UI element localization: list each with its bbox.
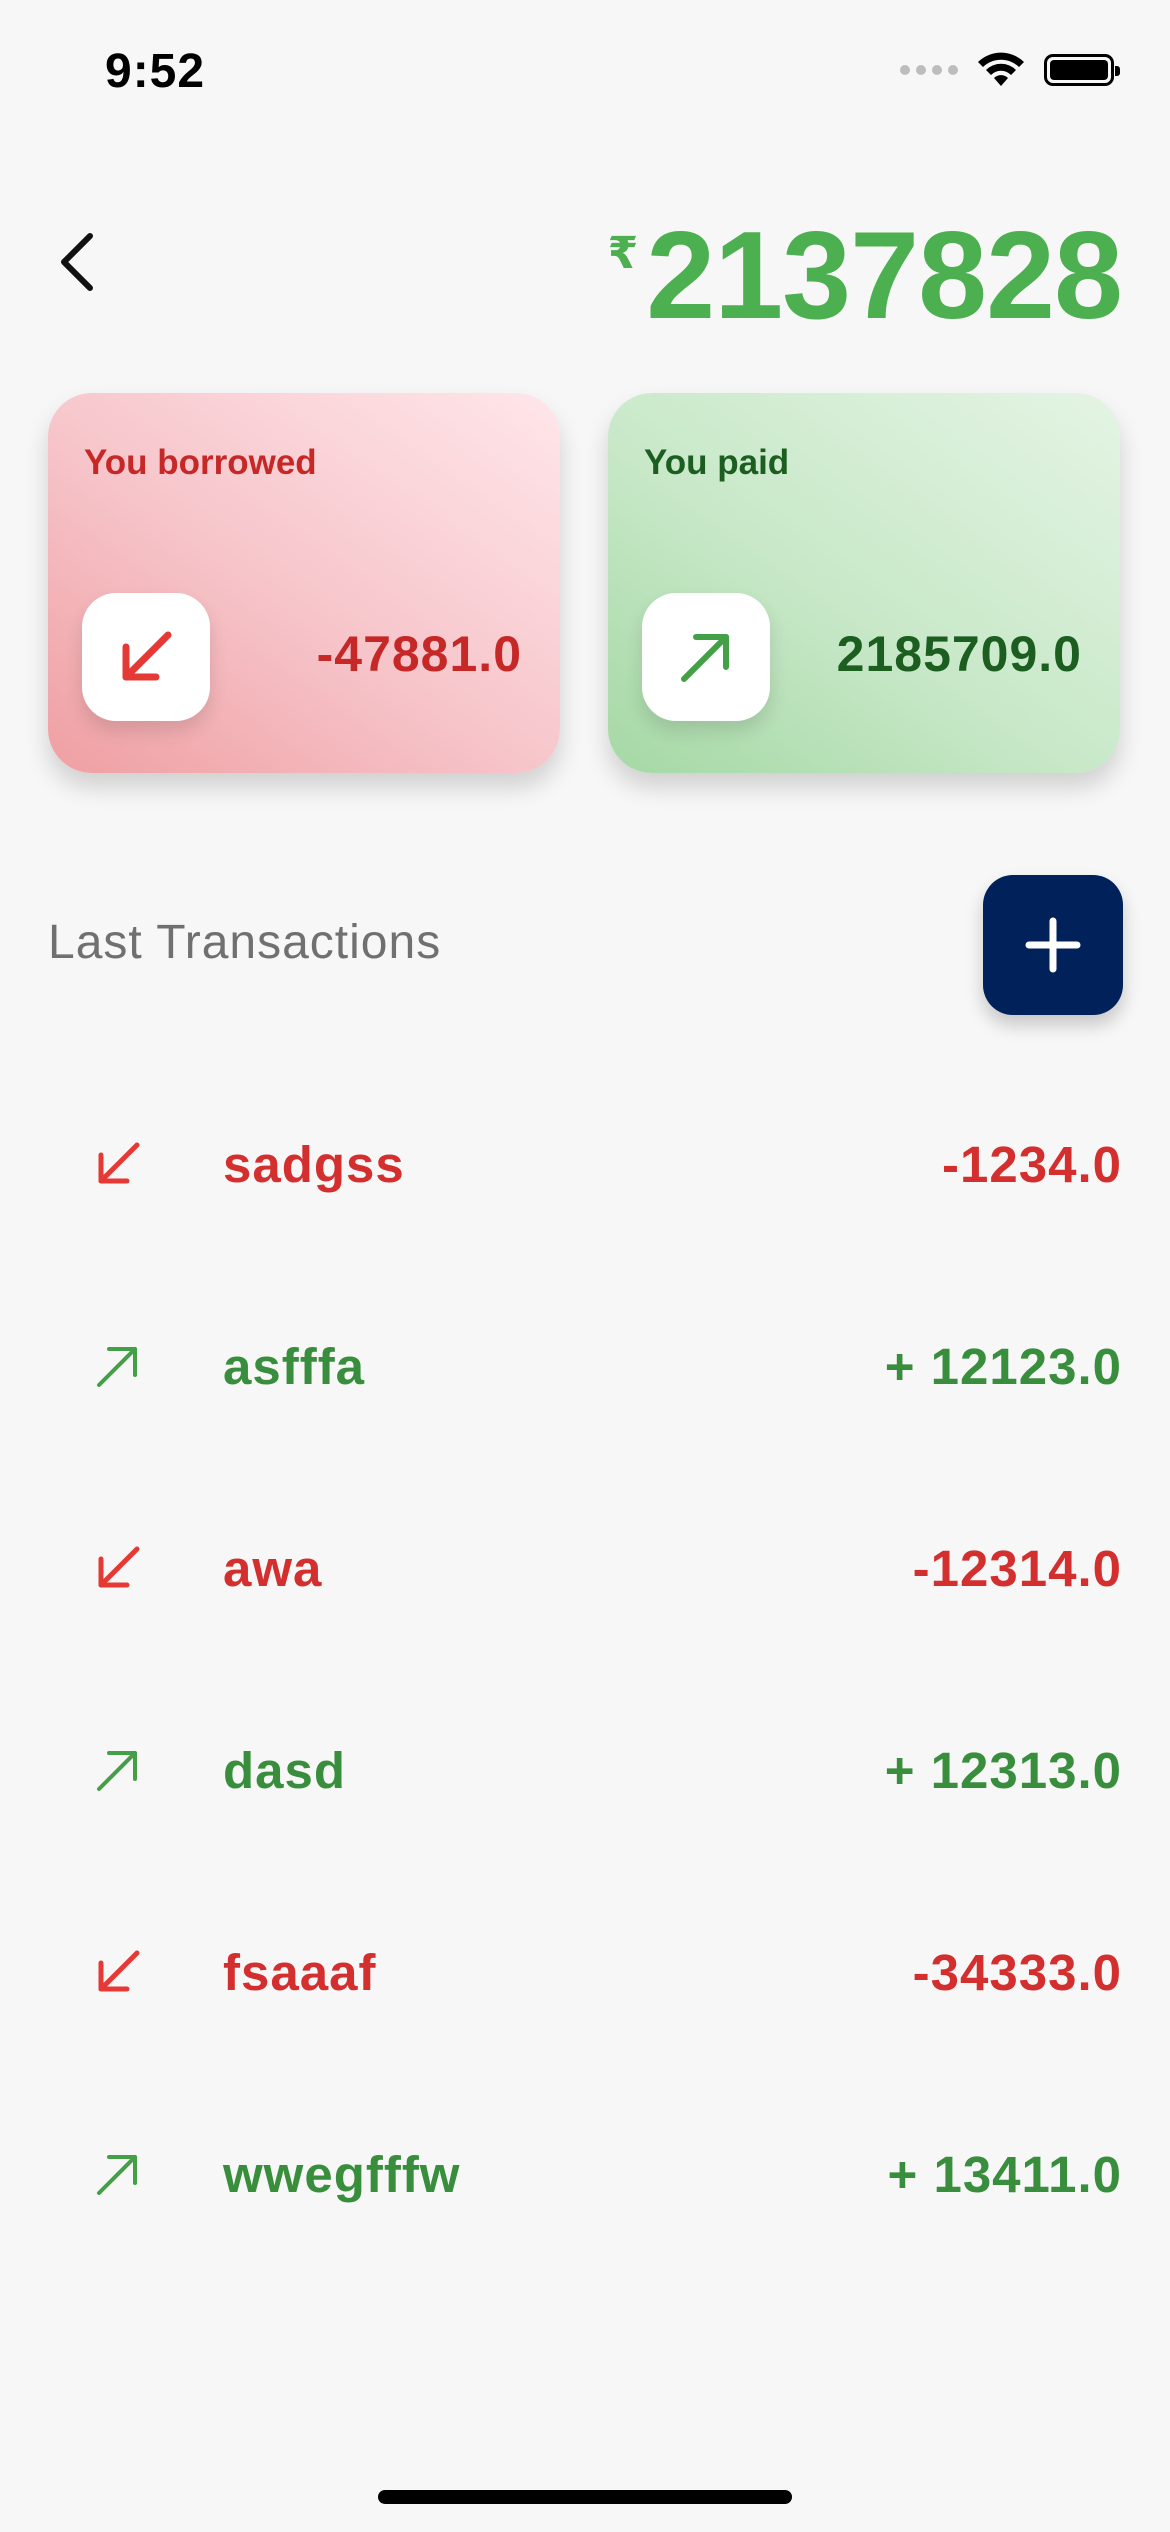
arrow-down-left-icon bbox=[122, 631, 172, 681]
transaction-row[interactable]: wwegfffw + 13411.0 bbox=[0, 2073, 1170, 2275]
transaction-row[interactable]: fsaaaf -34333.0 bbox=[0, 1871, 1170, 2073]
chevron-left-icon bbox=[61, 233, 93, 291]
battery-icon bbox=[1044, 54, 1120, 86]
status-icons bbox=[900, 52, 1120, 88]
transaction-name: wwegfffw bbox=[223, 2145, 461, 2203]
paid-card-label: You paid bbox=[644, 443, 790, 482]
transaction-row[interactable]: awa -12314.0 bbox=[0, 1467, 1170, 1669]
transaction-name: awa bbox=[223, 1539, 323, 1597]
arrow-up-right-icon bbox=[681, 634, 729, 682]
rupee-symbol: ₹ bbox=[607, 229, 639, 278]
borrowed-card[interactable]: You borrowed -47881.0 bbox=[48, 393, 560, 773]
arrow-up-right-icon bbox=[88, 1740, 148, 1800]
transaction-row[interactable]: asfffa + 12123.0 bbox=[0, 1265, 1170, 1467]
total-balance: ₹ 2137828 bbox=[607, 207, 1123, 345]
transaction-amount: + 13411.0 bbox=[887, 2145, 1122, 2203]
borrowed-icon-tile bbox=[82, 593, 210, 721]
section-title: Last Transactions bbox=[48, 916, 442, 969]
transaction-name: dasd bbox=[223, 1741, 347, 1799]
home-indicator[interactable] bbox=[378, 2490, 792, 2504]
add-transaction-button[interactable] bbox=[983, 875, 1123, 1015]
transaction-row[interactable]: sadgss -1234.0 bbox=[0, 1063, 1170, 1265]
plus-icon bbox=[1025, 917, 1081, 973]
paid-card[interactable]: You paid 2185709.0 bbox=[608, 393, 1120, 773]
transaction-amount: -1234.0 bbox=[942, 1135, 1122, 1193]
balance-amount: 2137828 bbox=[646, 207, 1123, 345]
arrow-down-left-icon bbox=[88, 1942, 148, 2002]
transaction-name: fsaaaf bbox=[223, 1943, 377, 2001]
transaction-amount: + 12313.0 bbox=[884, 1741, 1122, 1799]
wifi-icon bbox=[978, 52, 1024, 86]
arrow-up-right-icon bbox=[88, 2144, 148, 2204]
arrow-down-left-icon bbox=[88, 1538, 148, 1598]
transaction-name: asfffa bbox=[223, 1337, 366, 1395]
paid-card-value: 2185709.0 bbox=[836, 626, 1082, 682]
screen: 9:52 ₹ 2137828 You borrowed -47881.0 You… bbox=[0, 0, 1170, 2532]
paid-icon-tile bbox=[642, 593, 770, 721]
borrowed-card-value: -47881.0 bbox=[316, 626, 522, 682]
status-time: 9:52 bbox=[105, 45, 206, 98]
transaction-amount: -12314.0 bbox=[912, 1539, 1122, 1597]
cellular-signal-icon bbox=[900, 65, 958, 75]
transaction-name: sadgss bbox=[223, 1135, 405, 1193]
arrow-up-right-icon bbox=[88, 1336, 148, 1396]
back-button[interactable] bbox=[36, 222, 116, 302]
transaction-amount: + 12123.0 bbox=[884, 1337, 1122, 1395]
transaction-row[interactable]: dasd + 12313.0 bbox=[0, 1669, 1170, 1871]
arrow-down-left-icon bbox=[88, 1134, 148, 1194]
borrowed-card-label: You borrowed bbox=[84, 443, 317, 482]
transaction-amount: -34333.0 bbox=[912, 1943, 1122, 2001]
